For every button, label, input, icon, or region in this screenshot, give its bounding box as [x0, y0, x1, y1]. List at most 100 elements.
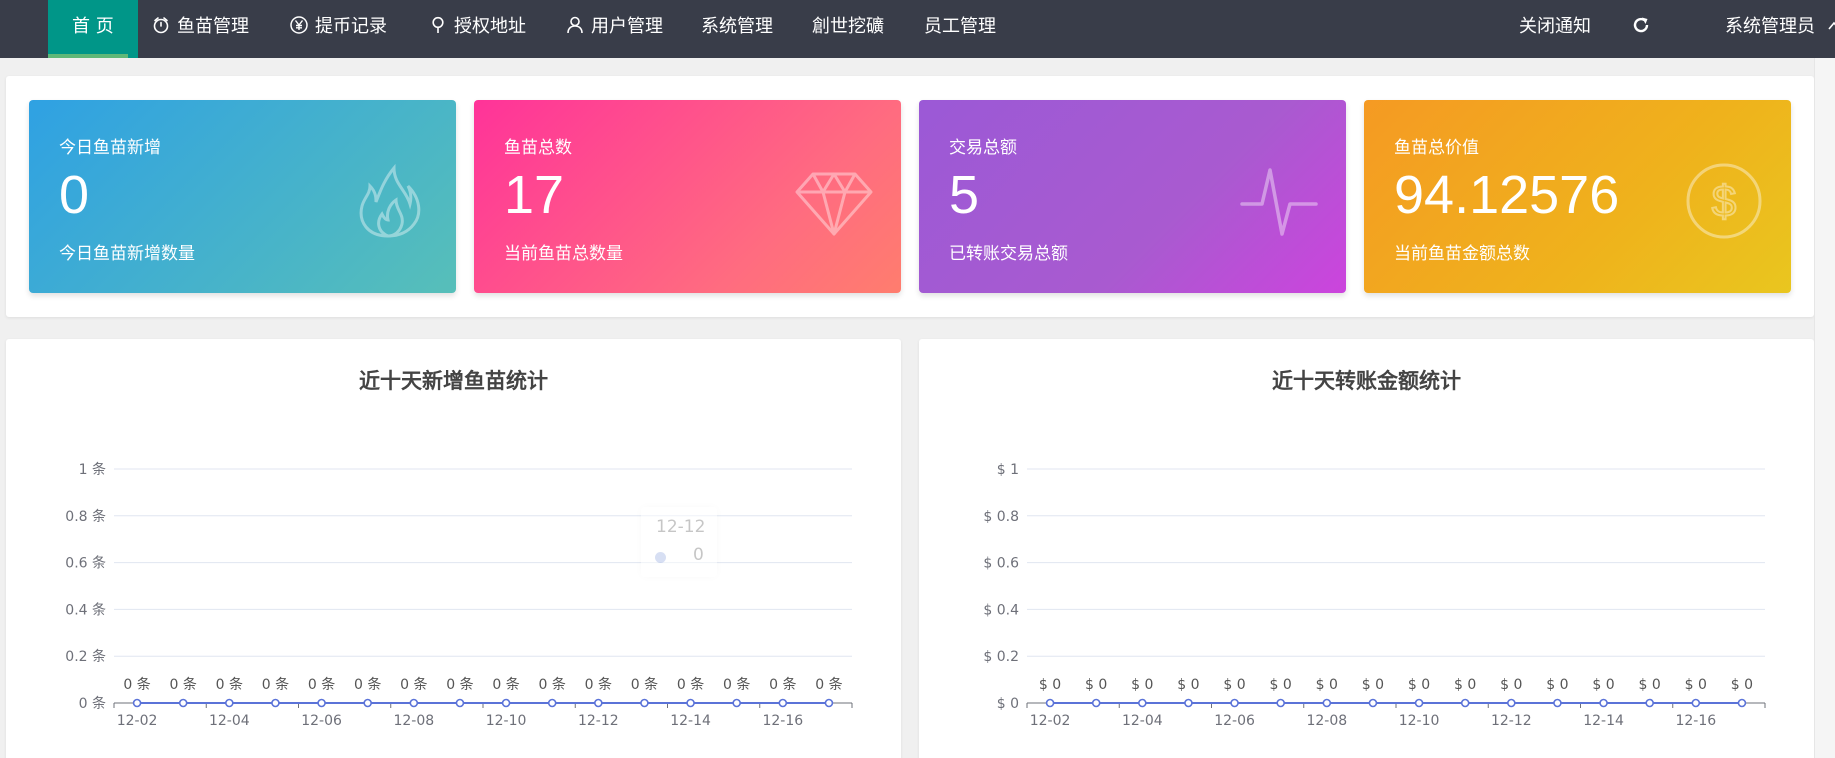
stat-card-today-new: 今日鱼苗新增 0 今日鱼苗新增数量 [29, 100, 456, 293]
y-tick-label: $ 0.8 [983, 509, 1019, 525]
nav-user-management[interactable]: 用户管理 [565, 0, 663, 58]
stat-card-title: 鱼苗总数 [504, 138, 572, 158]
data-label: $ 0 [1685, 677, 1707, 693]
data-label: $ 0 [1177, 677, 1199, 693]
data-point [1230, 698, 1239, 708]
user-menu[interactable]: 系统管理员 [1725, 0, 1835, 58]
stat-card-subtitle: 当前鱼苗总数量 [504, 244, 623, 264]
data-point [1091, 698, 1101, 708]
nav-fish-management-label: 鱼苗管理 [177, 16, 249, 37]
data-point [501, 698, 511, 708]
y-tick-label: 0 条 [79, 695, 106, 712]
nav-system-management[interactable]: 系统管理 [701, 0, 773, 58]
chart-transfer-amount: $ 0 $ 0.2 $ 0.4 $ 0.6 $ 0.8 $ 1 12-02 12-04 12-0… [983, 462, 1766, 729]
stat-card-subtitle: 当前鱼苗金额总数 [1394, 244, 1530, 264]
x-tick-label: 12-02 [1030, 713, 1071, 729]
data-point [178, 698, 188, 708]
dollar-icon: $ [1685, 162, 1763, 240]
data-point [1691, 698, 1701, 708]
nav-authorized-address-label: 授权地址 [454, 16, 526, 37]
data-label: $ 0 [1131, 677, 1153, 693]
data-point [594, 698, 603, 708]
data-label: 0 条 [815, 676, 842, 693]
y-tick-label: $ 0.4 [983, 602, 1019, 618]
close-notice-label: 关闭通知 [1519, 16, 1591, 37]
y-tick-label: 0.6 条 [65, 555, 106, 572]
scrollbar[interactable] [1814, 58, 1835, 758]
data-label: $ 0 [1039, 677, 1061, 693]
nav-user-management-label: 用户管理 [591, 16, 663, 37]
data-point [1368, 698, 1378, 708]
stat-card-subtitle: 今日鱼苗新增数量 [59, 244, 195, 264]
data-point [1322, 698, 1332, 708]
data-label: 0 条 [446, 676, 473, 693]
data-label: 0 条 [631, 676, 658, 693]
data-point [686, 698, 695, 708]
stat-card-title: 今日鱼苗新增 [59, 138, 161, 158]
data-label: $ 0 [1362, 677, 1384, 693]
tooltip-value: 0 [693, 545, 704, 565]
nav-authorized-address[interactable]: 授权地址 [428, 0, 526, 58]
data-point [824, 698, 834, 708]
yen-icon [289, 3, 309, 34]
x-tick-label: 12-08 [1306, 713, 1347, 729]
data-label: 0 条 [677, 676, 704, 693]
y-tick-label: $ 1 [997, 462, 1019, 478]
data-label: 0 条 [308, 676, 335, 693]
x-tick-label: 12-10 [486, 713, 527, 729]
chart-tooltip: 12-12 0 [641, 507, 717, 577]
data-label: $ 0 [1270, 677, 1292, 693]
nav-fish-management[interactable]: 鱼苗管理 [151, 0, 249, 58]
x-tick-label: 12-16 [1675, 713, 1716, 729]
data-point [1460, 698, 1470, 708]
diamond-icon [795, 162, 873, 240]
data-point [1276, 698, 1285, 708]
data-label: 0 条 [216, 676, 243, 693]
stat-card-value: 5 [949, 165, 980, 225]
data-label: $ 0 [1592, 677, 1614, 693]
refresh-button[interactable] [1631, 0, 1657, 58]
x-tick-label: 12-02 [117, 713, 158, 729]
data-label: 0 条 [585, 676, 612, 693]
data-point [363, 698, 372, 708]
y-tick-label: $ 0 [997, 696, 1019, 712]
data-label: $ 0 [1454, 677, 1476, 693]
stat-card-title: 交易总额 [949, 138, 1017, 158]
data-label: 0 条 [539, 676, 566, 693]
tooltip-series-dot [655, 552, 666, 563]
data-label: 0 条 [723, 676, 750, 693]
x-tick-label: 12-06 [1214, 713, 1255, 729]
x-tick-label: 12-08 [393, 713, 434, 729]
top-nav-bar: 首 页 鱼苗管理 提币记录 授权地址 用户管理 系统管理 創世挖礦 员工管理 关… [0, 0, 1835, 58]
data-label: 0 条 [262, 676, 289, 693]
nav-genesis-mining[interactable]: 創世挖礦 [812, 0, 884, 58]
stat-card-title: 鱼苗总价值 [1394, 138, 1479, 158]
nav-withdraw-records[interactable]: 提币记录 [289, 0, 387, 58]
chart-panel-new-fish: 近十天新增鱼苗统计 0 条 0.2 条 0.4 条 0.6 条 0.8 条1 条 12-0… [6, 339, 901, 758]
data-point [1507, 698, 1516, 708]
data-label: $ 0 [1731, 677, 1753, 693]
tooltip-date: 12-12 [656, 517, 706, 537]
data-label: $ 0 [1500, 677, 1522, 693]
stat-card-value: 17 [504, 165, 565, 225]
data-point [732, 698, 741, 708]
data-label: $ 0 [1085, 677, 1107, 693]
data-point [547, 698, 557, 708]
close-notice-button[interactable]: 关闭通知 [1519, 0, 1591, 58]
data-point [1553, 698, 1562, 708]
svg-text:$: $ [1712, 177, 1736, 226]
data-point [1645, 698, 1654, 708]
nav-staff-management[interactable]: 员工管理 [924, 0, 996, 58]
data-label: $ 0 [1639, 677, 1661, 693]
data-point [225, 698, 234, 708]
stat-card-total-value: 鱼苗总价值 94.12576 当前鱼苗金额总数 $ [1364, 100, 1791, 293]
data-point [778, 698, 788, 708]
x-tick-label: 12-16 [762, 713, 803, 729]
data-point [455, 698, 465, 708]
pulse-icon [1240, 162, 1318, 240]
timer-icon [151, 3, 171, 34]
data-label: $ 0 [1546, 677, 1568, 693]
nav-home[interactable]: 首 页 [48, 0, 138, 58]
stats-panel: 今日鱼苗新增 0 今日鱼苗新增数量 鱼苗总数 17 当前鱼苗总数量 交易总额 5… [6, 76, 1814, 317]
nav-system-management-label: 系统管理 [701, 16, 773, 37]
